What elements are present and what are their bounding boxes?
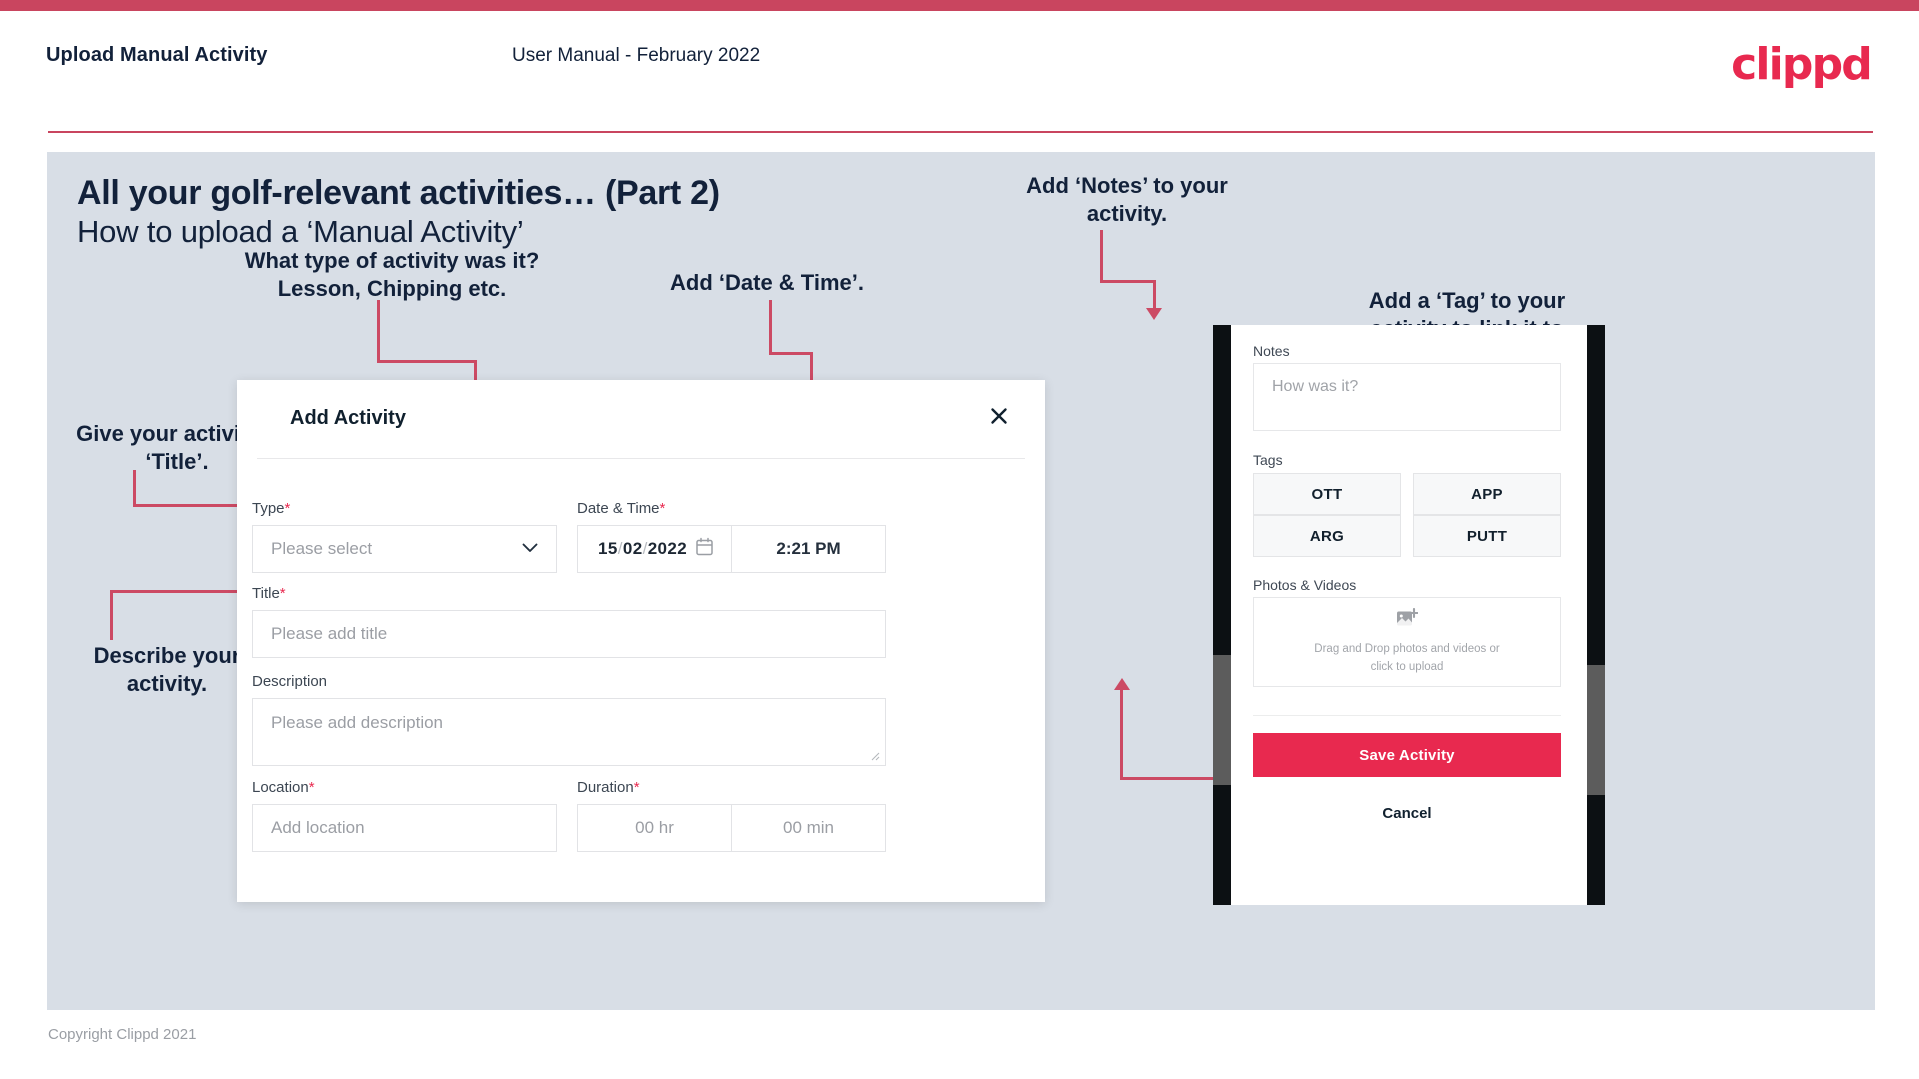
header-left-title: Upload Manual Activity xyxy=(46,44,268,66)
dialog-divider xyxy=(257,458,1025,459)
location-label-text: Location xyxy=(252,779,309,796)
connector-save-v xyxy=(1120,690,1123,780)
top-accent-bar xyxy=(0,0,1919,11)
connector-title-v xyxy=(133,470,136,506)
date-value: 15/02/2022 xyxy=(578,539,687,559)
phone-divider xyxy=(1253,715,1561,716)
title-input[interactable]: Please add title xyxy=(252,610,886,658)
save-activity-button[interactable]: Save Activity xyxy=(1253,733,1561,777)
duration-minutes-value: 00 min xyxy=(782,818,835,837)
phone-screen: Notes How was it? Tags OTT APP ARG PUTT … xyxy=(1231,325,1587,905)
connector-type-v1 xyxy=(377,300,380,362)
resize-grip-icon[interactable] xyxy=(869,750,881,762)
calendar-icon[interactable] xyxy=(696,537,713,561)
duration-label: Duration* xyxy=(577,779,640,796)
description-label: Description xyxy=(252,673,327,690)
type-label-text: Type xyxy=(252,500,285,517)
connector-title-h xyxy=(133,504,245,507)
title-label-text: Title xyxy=(252,585,280,602)
connector-desc-v xyxy=(110,592,113,640)
description-placeholder: Please add description xyxy=(271,713,444,732)
type-label: Type* xyxy=(252,500,290,517)
add-activity-dialog: Add Activity Type* Please select Date & … xyxy=(237,380,1045,902)
connector-save-arrow xyxy=(1114,678,1130,690)
description-label-text: Description xyxy=(252,673,328,690)
title-label: Title* xyxy=(252,585,286,602)
date-input[interactable]: 15/02/2022 xyxy=(577,525,732,573)
tags-label: Tags xyxy=(1253,452,1283,468)
tag-button-ott[interactable]: OTT xyxy=(1253,473,1401,515)
title-required-mark: * xyxy=(279,585,286,602)
photos-label: Photos & Videos xyxy=(1253,577,1357,593)
cancel-button[interactable]: Cancel xyxy=(1253,805,1561,822)
dropzone-text: Drag and Drop photos and videos or click… xyxy=(1314,643,1500,673)
location-required-mark: * xyxy=(308,779,315,796)
duration-minutes-input[interactable]: 00 min xyxy=(731,804,886,852)
phone-mockup: Notes How was it? Tags OTT APP ARG PUTT … xyxy=(1213,325,1605,905)
phone-bezel-right xyxy=(1587,325,1605,905)
location-input[interactable]: Add location xyxy=(252,804,557,852)
tag-button-app[interactable]: APP xyxy=(1413,473,1561,515)
annotation-notes: Add ‘Notes’ to your activity. xyxy=(1026,173,1228,226)
notes-placeholder: How was it? xyxy=(1272,378,1359,395)
title-placeholder: Please add title xyxy=(271,624,388,643)
close-icon[interactable] xyxy=(983,400,1015,432)
notes-textarea[interactable]: How was it? xyxy=(1253,363,1561,431)
location-placeholder: Add location xyxy=(271,818,365,837)
duration-hours-value: 00 hr xyxy=(635,818,674,837)
photo-dropzone[interactable]: Drag and Drop photos and videos or click… xyxy=(1253,597,1561,687)
location-label: Location* xyxy=(252,779,315,796)
date-year: 2022 xyxy=(647,539,688,558)
annotation-datetime: Add ‘Date & Time’. xyxy=(670,270,864,295)
connector-notes-v2 xyxy=(1153,280,1156,310)
duration-required-mark: * xyxy=(633,779,640,796)
clippd-logo: clippd xyxy=(1731,39,1873,90)
type-select[interactable]: Please select xyxy=(252,525,557,573)
footer-copyright: Copyright Clippd 2021 xyxy=(48,1026,197,1043)
page-subtitle: How to upload a ‘Manual Activity’ xyxy=(77,214,524,249)
description-textarea[interactable]: Please add description xyxy=(252,698,886,766)
datetime-label-text: Date & Time xyxy=(577,500,660,517)
type-placeholder: Please select xyxy=(271,539,373,558)
date-month: 02 xyxy=(622,539,643,558)
time-value: 2:21 PM xyxy=(776,539,841,558)
connector-dt-v1 xyxy=(769,300,772,355)
header-center-title: User Manual - February 2022 xyxy=(512,45,761,66)
header-divider xyxy=(48,131,1873,133)
connector-notes-arrow xyxy=(1146,308,1162,320)
dialog-title: Add Activity xyxy=(290,407,406,429)
add-image-icon xyxy=(1396,608,1420,633)
duration-hours-input[interactable]: 00 hr xyxy=(577,804,732,852)
connector-dt-h xyxy=(769,352,813,355)
connector-desc-h xyxy=(110,590,245,593)
page-title: All your golf-relevant activities… (Part… xyxy=(77,174,720,212)
phone-volume-button-left[interactable] xyxy=(1213,655,1231,785)
phone-bezel-left xyxy=(1213,325,1231,905)
datetime-label: Date & Time* xyxy=(577,500,665,517)
date-day: 15 xyxy=(598,539,618,558)
connector-notes-h xyxy=(1100,280,1155,283)
duration-label-text: Duration xyxy=(577,779,634,796)
page-header: Upload Manual Activity User Manual - Feb… xyxy=(0,11,1919,133)
connector-notes-v1 xyxy=(1100,230,1103,282)
time-input[interactable]: 2:21 PM xyxy=(731,525,886,573)
tag-button-arg[interactable]: ARG xyxy=(1253,515,1401,557)
tag-button-putt[interactable]: PUTT xyxy=(1413,515,1561,557)
datetime-required-mark: * xyxy=(659,500,666,517)
type-required-mark: * xyxy=(284,500,291,517)
annotation-type: What type of activity was it? Lesson, Ch… xyxy=(244,248,540,301)
phone-power-button-right[interactable] xyxy=(1587,665,1605,795)
connector-type-h xyxy=(377,360,477,363)
notes-label: Notes xyxy=(1253,343,1290,359)
chevron-down-icon xyxy=(522,540,538,558)
